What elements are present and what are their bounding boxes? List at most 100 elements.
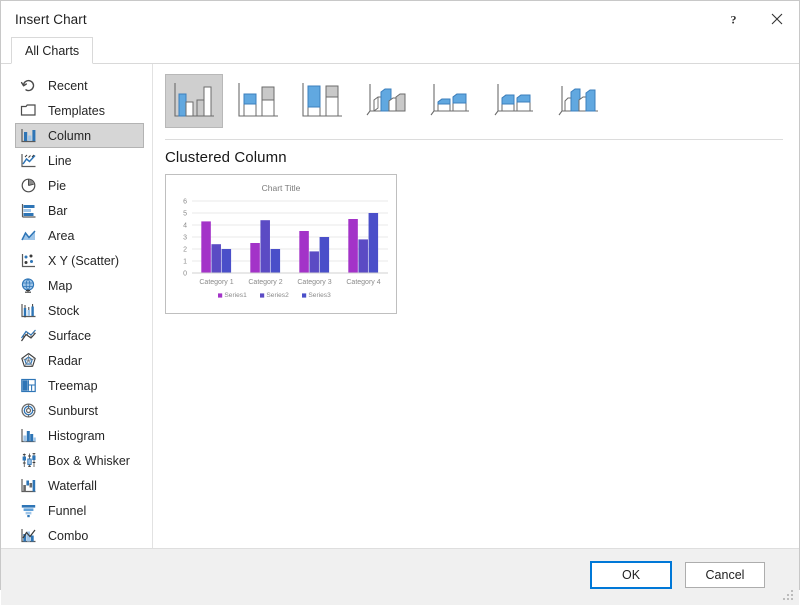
box-whisker-icon bbox=[20, 452, 37, 469]
svg-text:Series3: Series3 bbox=[308, 292, 331, 299]
tab-label: All Charts bbox=[25, 43, 80, 58]
sidebar-item-label: Funnel bbox=[48, 503, 87, 518]
waterfall-icon bbox=[20, 477, 37, 494]
histogram-icon bbox=[20, 427, 37, 444]
sidebar-item-treemap[interactable]: Treemap bbox=[15, 373, 144, 398]
chart-preview-svg: Chart Title 0 1 2 3 4 5 6 Category 1 Category 2 Ca… bbox=[183, 183, 388, 299]
sidebar-item-funnel[interactable]: Funnel bbox=[15, 498, 144, 523]
sidebar-item-label: Recent bbox=[48, 78, 88, 93]
chart-type-sidebar: Recent Templates Column Line Pie Bar Are… bbox=[1, 64, 153, 548]
chart-gallery-pane: Clustered Column Chart Title 0 1 2 3 4 5 6 Categ… bbox=[153, 64, 799, 548]
svg-text:3: 3 bbox=[183, 235, 187, 242]
svg-text:Category 4: Category 4 bbox=[346, 279, 380, 286]
svg-text:1: 1 bbox=[183, 259, 187, 266]
cancel-button[interactable]: Cancel bbox=[685, 562, 765, 588]
sidebar-item-label: Pie bbox=[48, 178, 67, 193]
sidebar-item-combo[interactable]: Combo bbox=[15, 523, 144, 548]
sidebar-item-label: Combo bbox=[48, 528, 89, 543]
thumbnail-clustered-column[interactable] bbox=[165, 74, 223, 128]
sidebar-item-label: Surface bbox=[48, 328, 92, 343]
column-icon bbox=[20, 127, 37, 144]
svg-text:0: 0 bbox=[183, 271, 187, 278]
thumbnail-3d-100-stacked-column[interactable] bbox=[485, 74, 543, 128]
sidebar-item-label: Box & Whisker bbox=[48, 453, 130, 468]
scatter-icon bbox=[20, 252, 37, 269]
preview-heading: Clustered Column bbox=[165, 149, 287, 166]
templates-icon bbox=[20, 102, 37, 119]
svg-text:2: 2 bbox=[183, 247, 187, 254]
sidebar-item-label: Radar bbox=[48, 353, 83, 368]
chart-preview[interactable]: Chart Title 0 1 2 3 4 5 6 Category 1 Category 2 Ca… bbox=[165, 174, 397, 314]
sidebar-item-label: Stock bbox=[48, 303, 80, 318]
dialog-footer: OK Cancel bbox=[1, 549, 799, 605]
svg-text:Series1: Series1 bbox=[224, 292, 247, 299]
window-buttons: ? bbox=[711, 1, 799, 37]
sidebar-item-label: Histogram bbox=[48, 428, 105, 443]
sidebar-item-label: X Y (Scatter) bbox=[48, 253, 120, 268]
thumbnail-3d-column[interactable] bbox=[549, 74, 607, 128]
sidebar-item-scatter[interactable]: X Y (Scatter) bbox=[15, 248, 144, 273]
sidebar-item-line[interactable]: Line bbox=[15, 148, 144, 173]
svg-text:Category 1: Category 1 bbox=[199, 279, 233, 286]
svg-text:4: 4 bbox=[183, 223, 187, 230]
dialog-title: Insert Chart bbox=[15, 11, 87, 27]
bar-icon bbox=[20, 202, 37, 219]
sidebar-item-label: Treemap bbox=[48, 378, 98, 393]
sidebar-item-surface[interactable]: Surface bbox=[15, 323, 144, 348]
svg-text:Series2: Series2 bbox=[266, 292, 289, 299]
sidebar-item-stock[interactable]: Stock bbox=[15, 298, 144, 323]
svg-text:Category 3: Category 3 bbox=[297, 279, 331, 286]
title-bar: Insert Chart ? bbox=[1, 1, 799, 37]
sidebar-item-area[interactable]: Area bbox=[15, 223, 144, 248]
svg-text:Chart Title: Chart Title bbox=[262, 183, 301, 193]
funnel-icon bbox=[20, 502, 37, 519]
thumbnail-3d-clustered-column[interactable] bbox=[357, 74, 415, 128]
pie-icon bbox=[20, 177, 37, 194]
sidebar-item-label: Sunburst bbox=[48, 403, 99, 418]
close-icon[interactable] bbox=[755, 1, 799, 37]
thumbnail-100-stacked-column[interactable] bbox=[293, 74, 351, 128]
resize-grip[interactable] bbox=[783, 590, 794, 601]
svg-text:5: 5 bbox=[183, 211, 187, 218]
help-icon[interactable]: ? bbox=[711, 1, 755, 37]
sidebar-item-label: Area bbox=[48, 228, 75, 243]
sidebar-item-box-whisker[interactable]: Box & Whisker bbox=[15, 448, 144, 473]
sidebar-item-label: Column bbox=[48, 128, 92, 143]
stock-icon bbox=[20, 302, 37, 319]
thumbnail-3d-stacked-column[interactable] bbox=[421, 74, 479, 128]
sidebar-item-waterfall[interactable]: Waterfall bbox=[15, 473, 144, 498]
sidebar-item-map[interactable]: Map bbox=[15, 273, 144, 298]
recent-icon bbox=[20, 77, 37, 94]
sidebar-item-templates[interactable]: Templates bbox=[15, 98, 144, 123]
sidebar-item-sunburst[interactable]: Sunburst bbox=[15, 398, 144, 423]
sidebar-item-bar[interactable]: Bar bbox=[15, 198, 144, 223]
tab-strip: All Charts bbox=[1, 37, 799, 64]
radar-icon bbox=[20, 352, 37, 369]
sidebar-item-label: Waterfall bbox=[48, 478, 97, 493]
sunburst-icon bbox=[20, 402, 37, 419]
surface-icon bbox=[20, 327, 37, 344]
sidebar-item-label: Line bbox=[48, 153, 72, 168]
sidebar-item-column[interactable]: Column bbox=[15, 123, 144, 148]
line-icon bbox=[20, 152, 37, 169]
tab-all-charts[interactable]: All Charts bbox=[11, 37, 94, 64]
sidebar-item-label: Templates bbox=[48, 103, 105, 118]
svg-text:?: ? bbox=[730, 13, 736, 26]
thumbnail-stacked-column[interactable] bbox=[229, 74, 287, 128]
sidebar-item-radar[interactable]: Radar bbox=[15, 348, 144, 373]
ok-button[interactable]: OK bbox=[591, 562, 671, 588]
sidebar-item-label: Bar bbox=[48, 203, 68, 218]
treemap-icon bbox=[20, 377, 37, 394]
sidebar-item-recent[interactable]: Recent bbox=[15, 73, 144, 98]
svg-text:Category 2: Category 2 bbox=[248, 279, 282, 286]
sidebar-item-label: Map bbox=[48, 278, 73, 293]
sidebar-item-pie[interactable]: Pie bbox=[15, 173, 144, 198]
insert-chart-dialog: Insert Chart ? All Charts Recent Templat… bbox=[0, 0, 800, 605]
area-icon bbox=[20, 227, 37, 244]
svg-text:6: 6 bbox=[183, 199, 187, 206]
chart-subtype-thumbnails bbox=[163, 74, 783, 128]
combo-icon bbox=[20, 527, 37, 544]
map-icon bbox=[20, 277, 37, 294]
sidebar-item-histogram[interactable]: Histogram bbox=[15, 423, 144, 448]
dialog-body: Recent Templates Column Line Pie Bar Are… bbox=[1, 64, 799, 549]
